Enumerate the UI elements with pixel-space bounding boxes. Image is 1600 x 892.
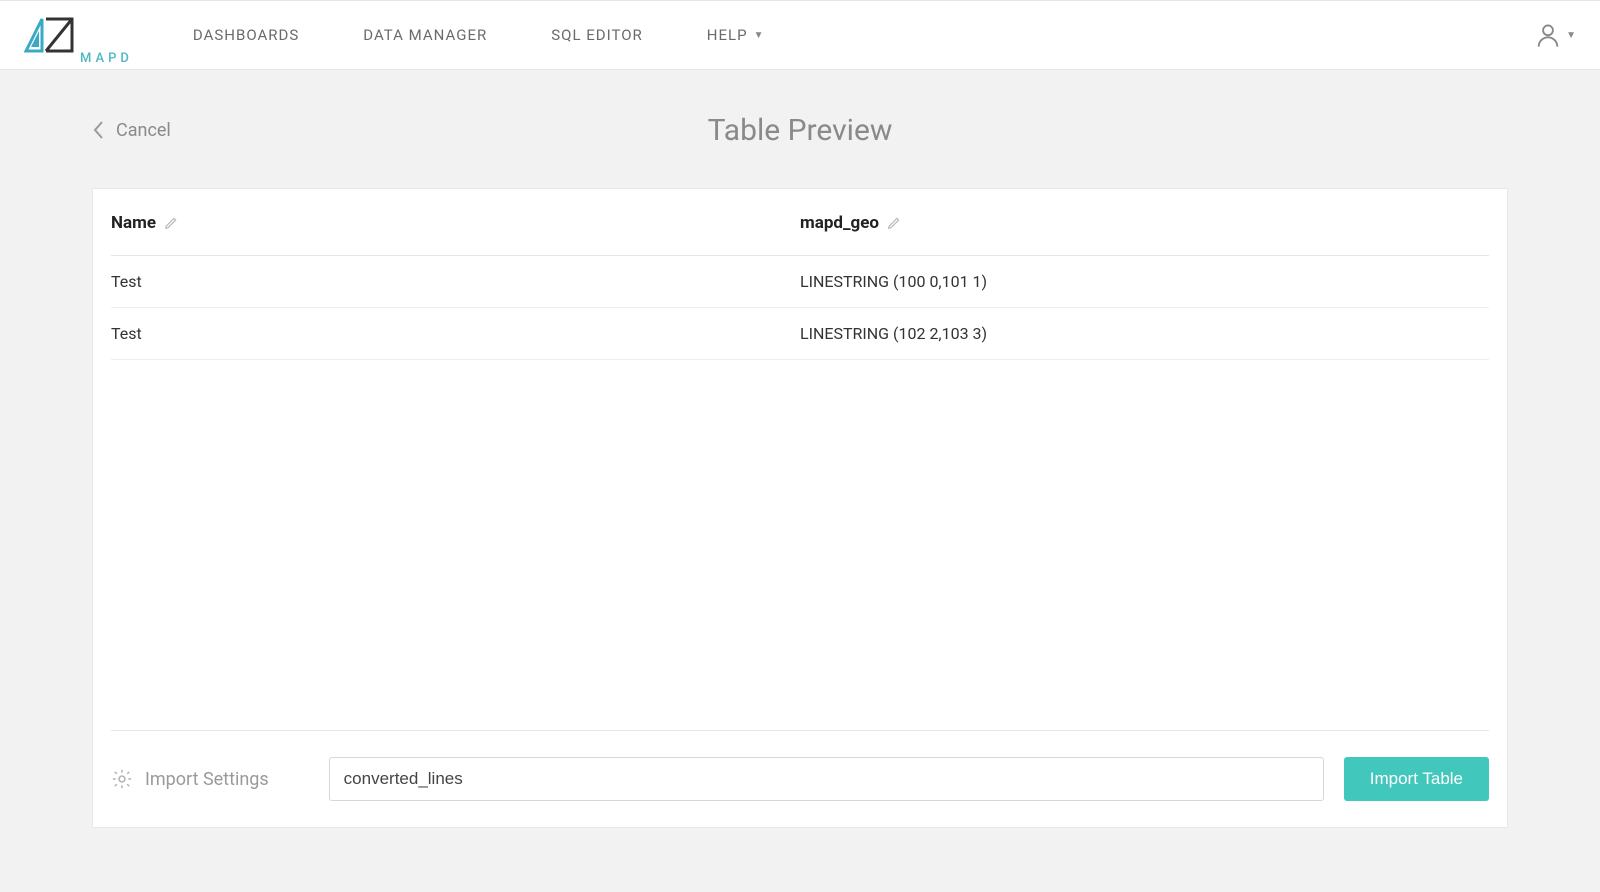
table-preview-panel: Name mapd_geo Test LINESTRING (100 0,101… <box>92 188 1508 828</box>
gear-icon <box>111 768 133 790</box>
table-header-row: Name mapd_geo <box>111 189 1489 256</box>
user-menu[interactable]: ▼ <box>1534 21 1576 49</box>
import-settings-button[interactable]: Import Settings <box>111 768 269 790</box>
column-header-name[interactable]: Name <box>111 213 800 233</box>
cell-geo: LINESTRING (102 2,103 3) <box>800 324 1489 343</box>
caret-down-icon: ▼ <box>1566 30 1576 41</box>
nav-help-label: HELP <box>707 26 748 44</box>
nav-sql-editor[interactable]: SQL EDITOR <box>551 26 643 44</box>
table-row: Test LINESTRING (100 0,101 1) <box>111 256 1489 308</box>
nav-dashboards[interactable]: DASHBOARDS <box>193 26 299 44</box>
pencil-icon[interactable] <box>164 216 178 230</box>
preview-table: Name mapd_geo Test LINESTRING (100 0,101… <box>111 189 1489 360</box>
page-header: Cancel Table Preview <box>92 106 1508 154</box>
import-settings-label: Import Settings <box>145 769 269 790</box>
column-header-mapd-geo-label: mapd_geo <box>800 213 879 233</box>
import-table-button[interactable]: Import Table <box>1344 757 1489 801</box>
cancel-label: Cancel <box>116 120 171 141</box>
user-icon <box>1534 21 1562 49</box>
chevron-left-icon <box>92 120 106 140</box>
nav-help[interactable]: HELP ▼ <box>707 26 765 44</box>
table-body: Test LINESTRING (100 0,101 1) Test LINES… <box>111 256 1489 360</box>
nav-data-manager-label: DATA MANAGER <box>363 26 487 44</box>
nav-data-manager[interactable]: DATA MANAGER <box>363 26 487 44</box>
table-row: Test LINESTRING (102 2,103 3) <box>111 308 1489 360</box>
column-header-mapd-geo[interactable]: mapd_geo <box>800 213 1489 233</box>
brand-text: MAPD <box>80 51 133 66</box>
top-nav: MAPD DASHBOARDS DATA MANAGER SQL EDITOR … <box>0 0 1600 70</box>
nav-dashboards-label: DASHBOARDS <box>193 26 299 44</box>
caret-down-icon: ▼ <box>754 30 765 41</box>
table-name-input[interactable] <box>329 757 1324 801</box>
cell-geo: LINESTRING (100 0,101 1) <box>800 272 1489 291</box>
logo[interactable] <box>24 15 76 55</box>
page-title: Table Preview <box>708 113 893 148</box>
cell-name: Test <box>111 324 800 343</box>
panel-footer: Import Settings Import Table <box>111 730 1489 827</box>
main-nav: DASHBOARDS DATA MANAGER SQL EDITOR HELP … <box>193 26 765 44</box>
cell-name: Test <box>111 272 800 291</box>
nav-sql-editor-label: SQL EDITOR <box>551 26 643 44</box>
cancel-button[interactable]: Cancel <box>92 120 171 141</box>
column-header-name-label: Name <box>111 213 156 233</box>
pencil-icon[interactable] <box>887 216 901 230</box>
mapd-logo-icon <box>24 15 76 55</box>
